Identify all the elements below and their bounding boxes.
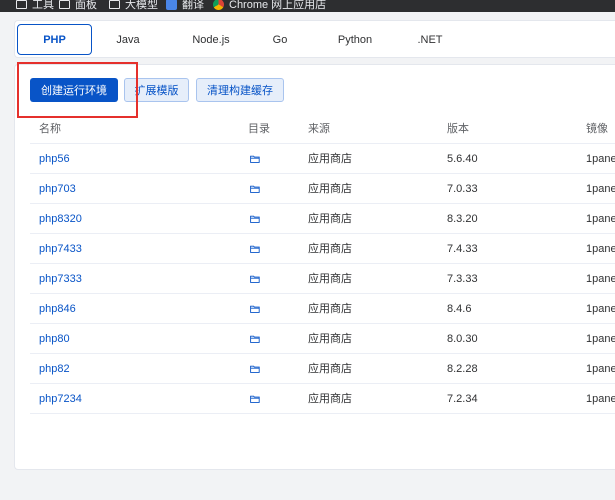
tab-java[interactable]: Java: [101, 24, 155, 55]
runtime-name-link[interactable]: php7433: [39, 234, 82, 264]
bookmark-label: 翻译: [182, 0, 204, 11]
runtime-image: 1pane: [586, 273, 615, 285]
tab-go[interactable]: Go: [258, 24, 302, 55]
bookmark-label: Chrome 网上应用店: [229, 0, 327, 11]
runtime-name-link[interactable]: php846: [39, 294, 76, 324]
runtime-source: 应用商店: [308, 153, 352, 165]
chrome-webstore-icon: [213, 0, 224, 10]
runtime-name-link[interactable]: php7333: [39, 264, 82, 294]
table-header: 名称 目录 来源 版本 镜像: [30, 114, 615, 144]
runtime-version: 7.4.33: [447, 243, 478, 255]
column-header-image: 镜像: [586, 123, 608, 135]
runtime-source: 应用商店: [308, 243, 352, 255]
runtime-version: 7.2.34: [447, 393, 478, 405]
runtime-image: 1pane: [586, 243, 615, 255]
runtime-image: 1pane: [586, 393, 615, 405]
table-row: php82 应用商店 8.2.28 1pane: [30, 354, 615, 384]
bookmarks-bar: 工具 面板 大模型 翻译 Chrome 网上应用店: [0, 0, 615, 12]
table-row: php846 应用商店 8.4.6 1pane: [30, 294, 615, 324]
tab-python[interactable]: Python: [325, 24, 385, 55]
runtime-image: 1pane: [586, 333, 615, 345]
column-header-dir: 目录: [248, 123, 270, 135]
table-row: php8320 应用商店 8.3.20 1pane: [30, 204, 615, 234]
extend-template-button[interactable]: 扩展模版: [124, 78, 189, 102]
runtime-name-link[interactable]: php82: [39, 354, 70, 384]
runtime-version: 5.6.40: [447, 153, 478, 165]
runtime-version: 7.3.33: [447, 273, 478, 285]
runtime-name-link[interactable]: php7234: [39, 384, 82, 414]
runtime-image: 1pane: [586, 213, 615, 225]
runtime-name-link[interactable]: php80: [39, 324, 70, 354]
runtime-source: 应用商店: [308, 333, 352, 345]
tab-php[interactable]: PHP: [17, 24, 92, 55]
folder-icon: [59, 0, 70, 9]
bookmark-label: 工具: [32, 0, 54, 11]
tab-nodejs[interactable]: Node.js: [173, 24, 249, 55]
table-row: php7234 应用商店 7.2.34 1pane: [30, 384, 615, 414]
table-row: php80 应用商店 8.0.30 1pane: [30, 324, 615, 354]
table-row: php56 应用商店 5.6.40 1pane: [30, 144, 615, 174]
runtime-version: 8.2.28: [447, 363, 478, 375]
runtime-tabs: PHP Java Node.js Go Python .NET: [14, 20, 615, 58]
column-header-version: 版本: [447, 123, 469, 135]
clean-build-cache-button[interactable]: 清理构建缓存: [196, 78, 284, 102]
bookmark-llm[interactable]: 大模型: [109, 0, 158, 12]
column-header-source: 来源: [308, 123, 330, 135]
runtime-table: 名称 目录 来源 版本 镜像 php56 应用商店 5.6.40 1pane php70…: [30, 114, 615, 414]
runtime-source: 应用商店: [308, 273, 352, 285]
runtime-source: 应用商店: [308, 393, 352, 405]
bookmark-tools[interactable]: 工具: [16, 0, 54, 12]
runtime-source: 应用商店: [308, 183, 352, 195]
runtime-version: 8.0.30: [447, 333, 478, 345]
folder-icon: [109, 0, 120, 9]
table-row: php703 应用商店 7.0.33 1pane: [30, 174, 615, 204]
bookmark-chrome-webstore[interactable]: Chrome 网上应用店: [213, 0, 326, 12]
runtime-version: 8.4.6: [447, 303, 472, 315]
table-row: php7333 应用商店 7.3.33 1pane: [30, 264, 615, 294]
bookmark-label: 面板: [75, 0, 97, 11]
bookmark-label: 大模型: [125, 0, 158, 11]
tab-dotnet[interactable]: .NET: [407, 24, 453, 55]
runtime-name-link[interactable]: php703: [39, 174, 76, 204]
runtime-image: 1pane: [586, 183, 615, 195]
create-runtime-button[interactable]: 创建运行环境: [30, 78, 118, 102]
bookmark-translate[interactable]: 翻译: [166, 0, 204, 12]
runtime-image: 1pane: [586, 153, 615, 165]
folder-icon: [16, 0, 27, 9]
translate-app-icon: [166, 0, 177, 10]
table-row: php7433 应用商店 7.4.33 1pane: [30, 234, 615, 264]
runtime-version: 7.0.33: [447, 183, 478, 195]
runtime-name-link[interactable]: php56: [39, 144, 70, 174]
column-header-name: 名称: [39, 123, 61, 135]
runtime-version: 8.3.20: [447, 213, 478, 225]
runtime-image: 1pane: [586, 363, 615, 375]
runtime-source: 应用商店: [308, 213, 352, 225]
runtime-name-link[interactable]: php8320: [39, 204, 82, 234]
runtime-source: 应用商店: [308, 303, 352, 315]
bookmark-panel[interactable]: 面板: [59, 0, 97, 12]
runtime-image: 1pane: [586, 303, 615, 315]
runtime-source: 应用商店: [308, 363, 352, 375]
